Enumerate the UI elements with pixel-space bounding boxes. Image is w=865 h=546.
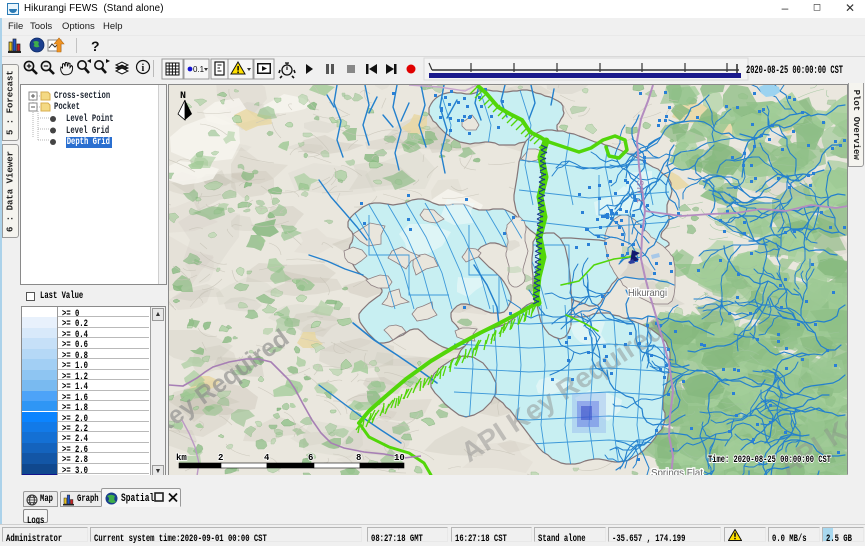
- svg-text:Time: 2020-08-25 00:00:00 CST: Time: 2020-08-25 00:00:00 CST: [708, 454, 831, 466]
- svg-text:10: 10: [394, 453, 405, 463]
- svg-text:Hikurangi: Hikurangi: [628, 287, 667, 299]
- svg-text:km: km: [176, 453, 187, 463]
- svg-text:2: 2: [218, 453, 223, 463]
- svg-text:SH 1: SH 1: [635, 180, 645, 204]
- svg-text:Springs Flat: Springs Flat: [651, 467, 703, 475]
- svg-text:?: ?: [91, 38, 100, 54]
- svg-text:4: 4: [264, 453, 270, 463]
- svg-text:i: i: [142, 63, 145, 74]
- svg-text:8: 8: [356, 453, 361, 463]
- svg-text:6: 6: [308, 453, 313, 463]
- svg-text:0.1: 0.1: [193, 65, 205, 74]
- svg-text:2020-08-25 00:00:00 CST: 2020-08-25 00:00:00 CST: [746, 65, 843, 77]
